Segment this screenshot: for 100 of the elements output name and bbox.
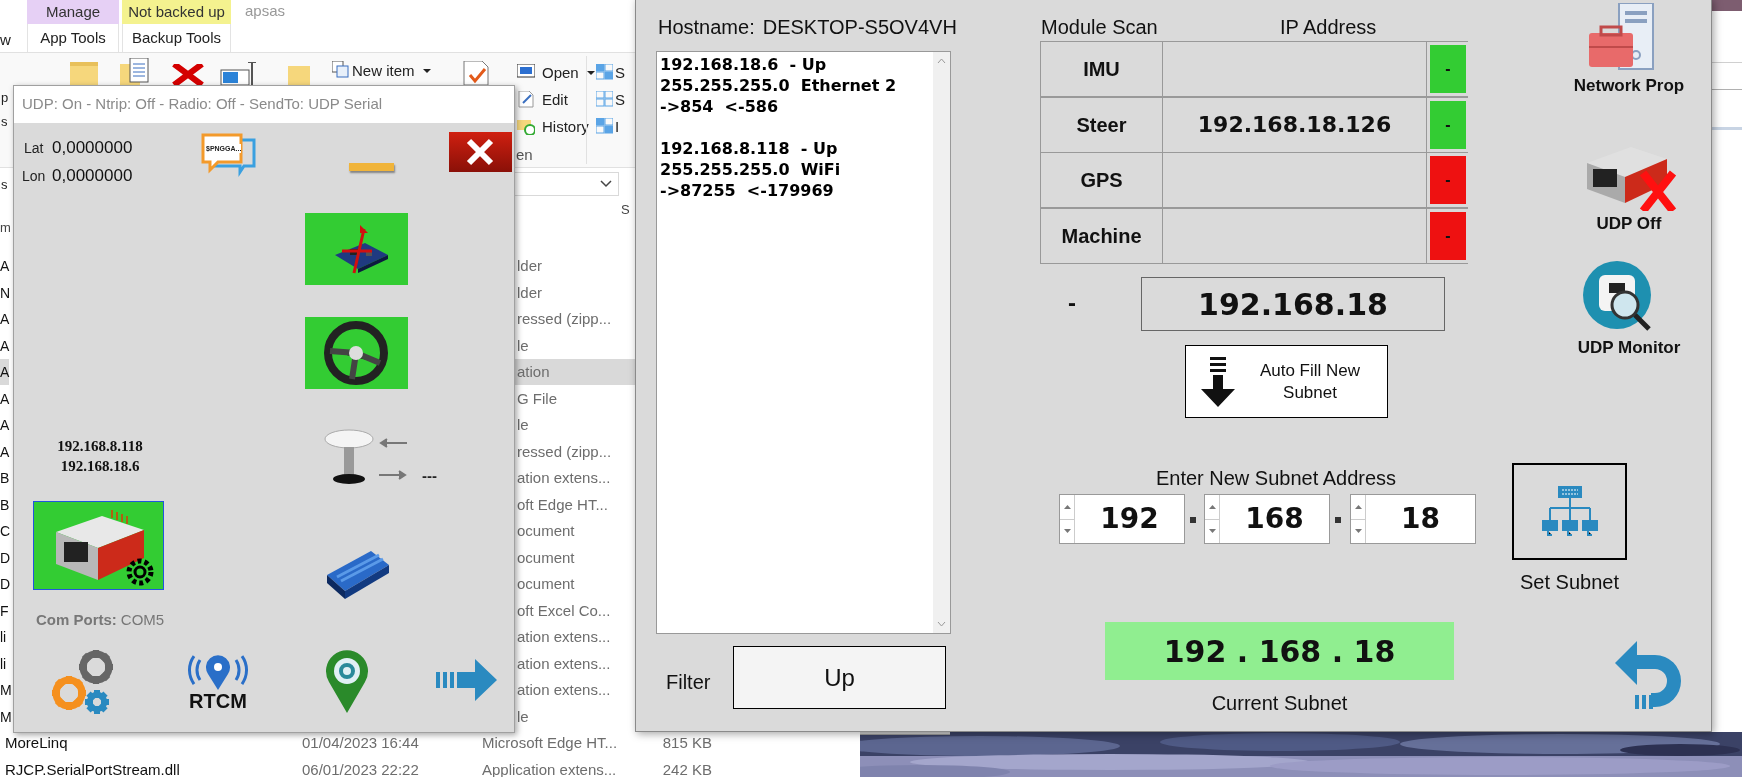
ribbon-button[interactable]: History xyxy=(542,116,589,139)
file-row[interactable]: ation extens... xyxy=(515,624,635,650)
file-name[interactable]: F xyxy=(0,597,9,624)
file-row[interactable]: ressed (zipp... xyxy=(515,306,635,332)
ribbon-button[interactable]: I xyxy=(615,116,620,139)
file-name[interactable]: B xyxy=(0,491,10,518)
spin-up-icon[interactable] xyxy=(1354,504,1362,509)
file-type: ressed (zipp... xyxy=(517,441,612,462)
copy-icon[interactable] xyxy=(120,58,150,85)
file-row[interactable]: G File xyxy=(515,385,635,412)
file-row[interactable]: oft Excel Co... xyxy=(515,597,635,624)
file-row[interactable]: le xyxy=(515,412,635,438)
chevron-down-icon[interactable] xyxy=(600,180,612,188)
grid-icon[interactable] xyxy=(596,64,613,80)
status-indicator: - xyxy=(1430,156,1466,204)
subnet-display: 192.168.18 xyxy=(1141,277,1445,331)
file-name[interactable]: li xyxy=(0,650,7,677)
scroll-down-icon[interactable] xyxy=(937,621,946,627)
section-label: Current Subnet xyxy=(1210,691,1349,716)
file-name[interactable]: D xyxy=(0,571,11,597)
new-item-button[interactable]: New item xyxy=(352,60,431,83)
spin-down-icon[interactable] xyxy=(1354,529,1362,534)
file-name[interactable]: li xyxy=(0,624,7,650)
file-row[interactable]: ation extens... xyxy=(515,465,635,491)
spin-up-icon[interactable] xyxy=(1063,504,1071,509)
file-row[interactable]: ation xyxy=(515,359,635,385)
map-pin-button[interactable] xyxy=(324,648,370,713)
file-name[interactable]: A xyxy=(0,306,10,332)
rtcm-button[interactable]: RTCM xyxy=(177,654,259,712)
file-row[interactable]: le xyxy=(515,703,635,730)
file-name[interactable]: N xyxy=(0,279,11,306)
file-name[interactable]: MoreLinq xyxy=(5,730,68,756)
file-row[interactable]: ressed (zipp... xyxy=(515,438,635,465)
file-name[interactable]: A xyxy=(0,385,10,412)
file-name[interactable]: B xyxy=(0,465,10,491)
file-name[interactable]: A xyxy=(0,253,10,279)
spin-up-icon[interactable] xyxy=(1208,504,1216,509)
grid-icon[interactable] xyxy=(596,118,613,134)
column-header[interactable]: S xyxy=(621,200,630,220)
column-header[interactable]: m xyxy=(0,218,11,238)
side-button[interactable]: UDP Monitor xyxy=(1549,259,1709,361)
lon-label: Lon xyxy=(22,167,46,186)
file-row[interactable]: lder xyxy=(515,279,635,306)
filter-field[interactable]: Up xyxy=(733,646,946,709)
file-name[interactable]: A xyxy=(0,412,10,438)
number-field[interactable]: 192 xyxy=(1059,494,1185,544)
number-field[interactable]: 18 xyxy=(1350,494,1476,544)
file-row[interactable]: lder xyxy=(515,253,635,279)
file-row[interactable]: ation extens... xyxy=(515,650,635,677)
set-subnet-button[interactable] xyxy=(1512,463,1627,560)
close-button[interactable] xyxy=(449,132,512,172)
autofill-button[interactable]: Auto Fill New Subnet xyxy=(1185,345,1388,418)
side-button[interactable]: Network Prop xyxy=(1549,3,1709,99)
ribbon-button[interactable]: S xyxy=(615,89,625,112)
log-line: ->854 <-586 xyxy=(660,96,780,117)
file-row[interactable]: le xyxy=(515,332,635,359)
address-text: s xyxy=(1,176,8,194)
file-name[interactable]: D xyxy=(0,544,11,571)
close-icon xyxy=(466,138,494,166)
new-item-icon[interactable] xyxy=(332,61,349,78)
file-row[interactable]: ation extens... xyxy=(515,677,635,703)
scrollbar[interactable] xyxy=(933,52,950,633)
file-name[interactable]: RJCP.SerialPortStream.dll xyxy=(5,756,180,777)
file-name[interactable]: M xyxy=(0,703,12,730)
file-name[interactable]: A xyxy=(0,332,10,359)
file-name[interactable]: A xyxy=(0,438,10,465)
spin-down-icon[interactable] xyxy=(1208,529,1216,534)
file-type: G File xyxy=(517,388,557,409)
file-size: 242 KB xyxy=(661,759,712,777)
checked-document-icon[interactable] xyxy=(462,61,490,85)
delete-icon[interactable] xyxy=(172,64,204,85)
file-row[interactable]: ocument xyxy=(515,518,635,544)
log-line: 255.255.255.0 Ethernet 2 xyxy=(660,75,896,96)
spin-down-icon[interactable] xyxy=(1063,529,1071,534)
ribbon-button[interactable]: S xyxy=(615,62,625,85)
module-button[interactable] xyxy=(33,501,164,590)
history-icon[interactable] xyxy=(517,118,535,135)
table-cell: 192.168.18.126 xyxy=(1163,97,1426,152)
file-date: 01/04/2023 16:44 xyxy=(302,733,419,753)
number-field[interactable]: 168 xyxy=(1204,494,1330,544)
file-row[interactable]: ocument xyxy=(515,571,635,597)
file-name[interactable]: A xyxy=(0,359,10,385)
side-button[interactable]: UDP Off xyxy=(1549,133,1709,237)
ribbon-button[interactable]: Edit xyxy=(542,89,568,112)
log-line: 192.168.8.118 - Up xyxy=(660,138,839,159)
current-subnet-display: 192 . 168 . 18 xyxy=(1105,622,1454,680)
ribbon-tab[interactable]: w xyxy=(0,29,11,52)
scroll-up-icon[interactable] xyxy=(937,58,946,64)
next-button[interactable] xyxy=(436,659,497,701)
file-name[interactable]: C xyxy=(0,518,11,544)
file-row[interactable]: oft Edge HT... xyxy=(515,491,635,518)
file-type: ressed (zipp... xyxy=(517,309,612,329)
file-row[interactable]: ocument xyxy=(515,544,635,571)
window-icon[interactable] xyxy=(517,64,535,81)
scan-status: - xyxy=(1068,288,1076,318)
gps-button[interactable] xyxy=(324,429,374,485)
file-name[interactable]: M xyxy=(0,677,12,703)
module-button[interactable] xyxy=(305,317,408,389)
edit-icon[interactable] xyxy=(517,91,535,108)
section-label: Enter New Subnet Address xyxy=(1154,466,1398,491)
